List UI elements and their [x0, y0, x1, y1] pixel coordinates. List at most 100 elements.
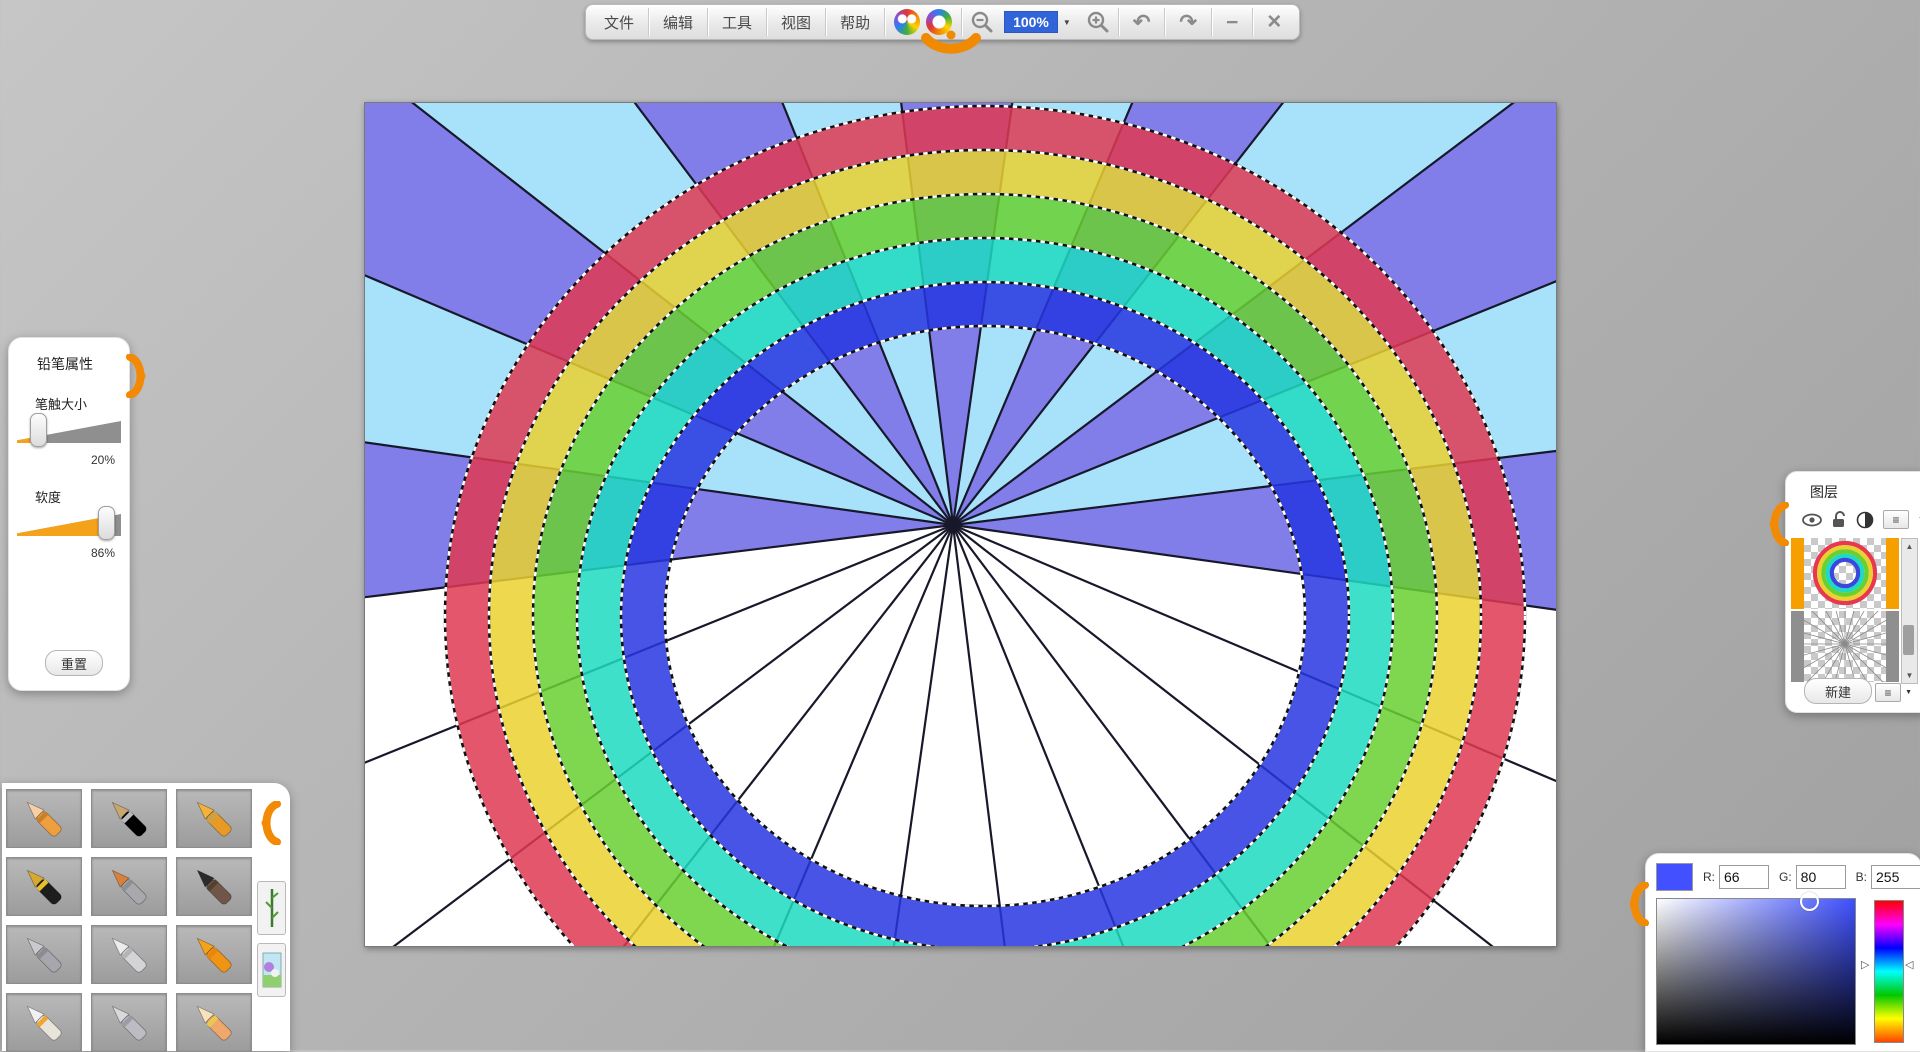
layer-thumbnail-rings	[1804, 538, 1886, 609]
menu-help[interactable]: 帮助	[826, 5, 884, 39]
scrollbar-thumb[interactable]	[1903, 625, 1914, 655]
zoom-level-value: 100%	[1004, 11, 1058, 33]
layer-item-spokes[interactable]	[1791, 611, 1899, 682]
layer-list-menu-button[interactable]: ≡	[1875, 683, 1901, 702]
reset-button[interactable]: 重置	[45, 650, 103, 676]
layers-menu-button[interactable]: ≡	[1883, 510, 1909, 529]
minimize-icon: −	[1226, 12, 1238, 33]
minimize-button[interactable]: −	[1212, 5, 1252, 39]
tool-eraser[interactable]	[176, 993, 252, 1052]
menu-tools[interactable]: 工具	[708, 5, 766, 39]
menu-edit[interactable]: 编辑	[649, 5, 707, 39]
pencil-panel-handle[interactable]	[125, 354, 151, 398]
flat-brush-icon	[101, 862, 157, 912]
undo-icon: ↶	[1133, 12, 1151, 33]
saturation-value-square[interactable]	[1656, 898, 1856, 1045]
new-layer-button[interactable]: 新建	[1804, 678, 1872, 704]
layers-toolbar: ≡ ▼	[1802, 510, 1920, 529]
layers-panel: 图层 ≡ ▼ ▲ ▼	[1785, 471, 1920, 713]
pencil-icon	[16, 794, 72, 844]
layers-panel-title: 图层	[1810, 482, 1920, 502]
paint-tube-icon	[16, 998, 72, 1048]
color-picker-panel: R: G: B: ▷ ◁	[1645, 853, 1920, 1052]
tool-palette-panel	[2, 783, 290, 1051]
drawing-canvas[interactable]	[364, 102, 1557, 947]
layers-panel-handle[interactable]	[1764, 502, 1790, 546]
tool-quill-pen[interactable]	[91, 993, 167, 1052]
tool-airbrush[interactable]	[6, 925, 82, 984]
brush-size-value: 20%	[9, 453, 115, 467]
zoom-in-button[interactable]	[1078, 5, 1118, 39]
zoom-dropdown-caret[interactable]: ▼	[1058, 18, 1076, 27]
layer-list-menu-caret[interactable]: ▼	[1905, 689, 1912, 696]
layer-item-rainbow-ring[interactable]	[1791, 538, 1899, 609]
brush-size-label: 笔触大小	[35, 394, 129, 413]
tool-charcoal-pencil[interactable]	[91, 789, 167, 848]
color-panel-handle[interactable]	[1624, 882, 1650, 926]
tool-paint-tube[interactable]	[6, 993, 82, 1052]
red-input[interactable]	[1719, 865, 1769, 889]
close-button[interactable]: ×	[1253, 5, 1295, 39]
menu-file[interactable]: 文件	[590, 5, 648, 39]
layer-selected-rail	[1886, 538, 1899, 609]
softness-value: 86%	[9, 546, 115, 560]
layers-scrollbar[interactable]: ▲ ▼	[1901, 538, 1918, 684]
scroll-down-arrow[interactable]: ▼	[1906, 668, 1914, 683]
contrast-icon[interactable]	[1856, 511, 1874, 529]
hue-arrow-right[interactable]: ◁	[1905, 960, 1913, 971]
sv-cursor[interactable]	[1800, 892, 1819, 911]
tool-ink-brush[interactable]	[176, 857, 252, 916]
canvas-art	[365, 103, 1556, 946]
redo-icon: ↷	[1179, 12, 1197, 33]
clown-smile-handle[interactable]	[918, 30, 984, 62]
tab-bamboo-stamps[interactable]	[257, 881, 286, 935]
layer-selected-rail	[1791, 538, 1804, 609]
bamboo-stamp-icon	[263, 886, 281, 930]
scroll-up-arrow[interactable]: ▲	[1906, 539, 1914, 554]
layer-thumbnail-spokes	[1804, 611, 1886, 682]
undo-button[interactable]: ↶	[1119, 5, 1165, 39]
visibility-eye-icon[interactable]	[1802, 513, 1822, 527]
palette-handle[interactable]	[256, 801, 282, 845]
tool-grid	[6, 789, 252, 1052]
tab-picture-stamps[interactable]	[257, 943, 286, 997]
tool-fountain-pen[interactable]	[6, 857, 82, 916]
ink-brush-icon	[186, 862, 242, 912]
tool-pencil[interactable]	[6, 789, 82, 848]
tool-paint-roller[interactable]	[176, 925, 252, 984]
zoom-level-field[interactable]: 100% ▼	[1004, 5, 1076, 39]
lock-open-icon[interactable]	[1831, 511, 1847, 529]
eraser-icon	[186, 998, 242, 1048]
pencil-panel-title: 铅笔属性	[37, 354, 129, 374]
blue-input[interactable]	[1871, 865, 1920, 889]
brush-size-slider[interactable]	[17, 415, 121, 449]
brush-size-thumb[interactable]	[30, 413, 47, 447]
menu-view[interactable]: 视图	[767, 5, 825, 39]
red-label: R:	[1703, 870, 1715, 884]
layer-rail	[1791, 611, 1804, 682]
softness-fill	[17, 514, 106, 536]
layer-rail	[1886, 611, 1899, 682]
hue-strip[interactable]	[1874, 900, 1904, 1043]
tool-flat-brush[interactable]	[91, 857, 167, 916]
palette-knife-icon	[101, 930, 157, 980]
green-input[interactable]	[1796, 865, 1846, 889]
paint-roller-icon	[186, 930, 242, 980]
quill-pen-icon	[101, 998, 157, 1048]
airbrush-icon	[16, 930, 72, 980]
hue-arrow-left[interactable]: ▷	[1861, 960, 1869, 971]
softness-slider[interactable]	[17, 508, 121, 542]
pencil-properties-panel: 铅笔属性 笔触大小 20% 软度 86% 重置	[8, 337, 130, 691]
redo-button[interactable]: ↷	[1165, 5, 1211, 39]
picture-stamp-icon	[262, 949, 282, 991]
tool-palette-knife[interactable]	[91, 925, 167, 984]
blue-label: B:	[1856, 870, 1867, 884]
rainbow-face-icon	[894, 9, 920, 35]
zoom-in-icon	[1086, 10, 1110, 34]
tool-crayon[interactable]	[176, 789, 252, 848]
softness-thumb[interactable]	[98, 506, 115, 540]
softness-label: 软度	[35, 487, 129, 506]
fountain-pen-icon	[16, 862, 72, 912]
close-icon: ×	[1267, 10, 1281, 34]
green-label: G:	[1779, 870, 1792, 884]
